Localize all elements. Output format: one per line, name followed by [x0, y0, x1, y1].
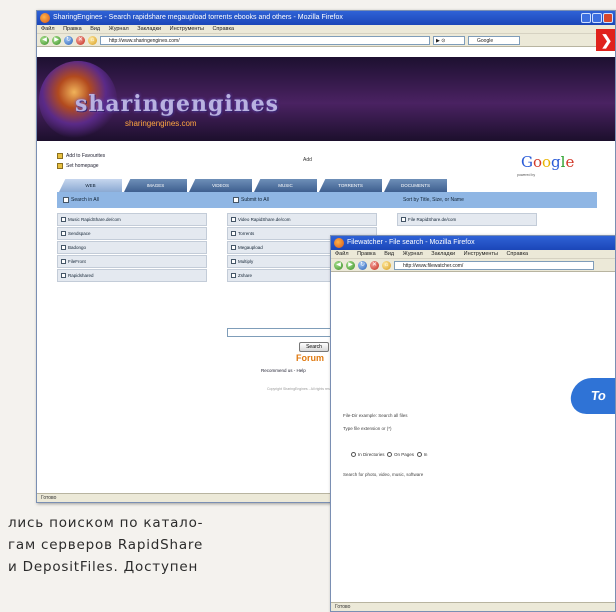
menu-edit[interactable]: Правка [63, 26, 82, 32]
engine-checkbox[interactable]: Sendspace [57, 227, 207, 240]
radio-pages[interactable]: On Pages [387, 452, 414, 458]
window-title: SharingEngines - Search rapidshare megau… [53, 14, 343, 21]
menu-bar: Файл Правка Вид Журнал Закладки Инструме… [331, 250, 615, 259]
tab-images[interactable]: IMAGES [124, 179, 187, 192]
menu-bar: Файл Правка Вид Журнал Закладки Инструме… [37, 25, 615, 34]
browser-window-filewatcher: Filewatcher - File search - Mozilla Fire… [330, 235, 616, 612]
star-icon [57, 153, 63, 159]
go-button[interactable]: ▶ ⊙ [433, 35, 465, 45]
google-logo: Google [521, 153, 575, 171]
engine-checkbox[interactable]: File RapidShare.de/com [397, 213, 537, 226]
menu-view[interactable]: Вид [90, 26, 100, 32]
powered-by-label: powered by [517, 173, 536, 177]
menu-history[interactable]: Журнал [109, 26, 129, 32]
menu-tools[interactable]: Инструменты [464, 251, 498, 257]
title-bar: Filewatcher - File search - Mozilla Fire… [331, 236, 615, 250]
tab-videos[interactable]: VIDEOS [189, 179, 252, 192]
home-icon [57, 163, 63, 169]
tab-torrents[interactable]: TORRENTS [319, 179, 382, 192]
article-text: лись поиском по катало- гам серверов Rap… [8, 512, 318, 578]
set-homepage-link[interactable]: Set homepage [57, 161, 105, 171]
maximize-button[interactable] [592, 13, 602, 23]
category-tabs: WEB IMAGES VIDEOS MUSIC TORRENTS DOCUMEN… [59, 179, 447, 192]
submit-all-checkbox[interactable]: Submit to All [233, 197, 269, 203]
firefox-icon [334, 238, 344, 248]
forward-button[interactable]: ▶ [346, 260, 355, 270]
back-button[interactable]: ◀ [40, 35, 49, 45]
menu-bookmarks[interactable]: Закладки [431, 251, 455, 257]
menu-view[interactable]: Вид [384, 251, 394, 257]
menu-file[interactable]: Файл [41, 26, 55, 32]
main-search-input[interactable] [227, 328, 341, 337]
engine-checkbox[interactable]: FileFront [57, 255, 207, 268]
options-bar: Search in All Submit to All Sort by Titl… [57, 192, 597, 208]
home-button[interactable]: ⌂ [382, 260, 391, 270]
footer-fineprint: Copyright SharingEngines - All rights re… [267, 387, 339, 391]
back-button[interactable]: ◀ [334, 260, 343, 270]
menu-help[interactable]: Справка [506, 251, 528, 257]
status-bar: Готово [331, 602, 615, 611]
filewatcher-logo[interactable]: To [568, 378, 615, 414]
engine-checkbox[interactable]: Video RapidShare.de/com [227, 213, 377, 226]
red-corner-icon: ❯ [596, 29, 615, 51]
search-box[interactable]: Google [468, 35, 520, 45]
address-bar[interactable]: http://www.filewatcher.com/ [394, 260, 594, 270]
window-title: Filewatcher - File search - Mozilla Fire… [347, 239, 475, 246]
engine-checkbox[interactable]: Badongo [57, 241, 207, 254]
navigation-toolbar: ◀ ▶ ↻ ✕ ⌂ http://www.sharingengines.com/… [37, 34, 615, 47]
forum-link[interactable]: Forum [296, 353, 324, 363]
add-gadget-label[interactable]: Add [303, 157, 312, 163]
firefox-icon [40, 13, 50, 23]
engine-checkbox[interactable]: Rapidshared [57, 269, 207, 282]
menu-history[interactable]: Журнал [403, 251, 423, 257]
search-all-checkbox[interactable]: Search in All [63, 197, 99, 203]
radio-directories[interactable]: In Directories [351, 452, 385, 458]
site-banner: sharingengines sharingengines.com [37, 57, 615, 141]
tab-web[interactable]: WEB [59, 179, 122, 192]
home-button[interactable]: ⌂ [88, 35, 97, 45]
example-text: File-Dir example: Search all files [343, 413, 408, 418]
minimize-button[interactable] [581, 13, 591, 23]
stop-button[interactable]: ✕ [370, 260, 379, 270]
menu-file[interactable]: Файл [335, 251, 349, 257]
menu-tools[interactable]: Инструменты [170, 26, 204, 32]
menu-bookmarks[interactable]: Закладки [137, 26, 161, 32]
menu-edit[interactable]: Правка [357, 251, 376, 257]
search-scope-radios: In Directories On Pages In [351, 452, 427, 458]
site-logo-subtitle: sharingengines.com [125, 119, 197, 128]
article-line: лись поиском по катало- [8, 515, 204, 531]
forward-button[interactable]: ▶ [52, 35, 61, 45]
search-button[interactable]: Search [299, 342, 329, 352]
engine-checkbox[interactable]: Music RapidShare.de/com [57, 213, 207, 226]
window-controls [581, 13, 613, 23]
radio-in[interactable]: In [416, 452, 427, 458]
add-favourites-link[interactable]: Add to Favourites [57, 151, 105, 161]
recommend-link[interactable]: Recommend us - Help [261, 368, 306, 373]
extension-hint: Type file extension or (*) [343, 426, 392, 431]
article-line: гам серверов RapidShare [8, 537, 204, 553]
reload-button[interactable]: ↻ [64, 35, 73, 45]
address-bar[interactable]: http://www.sharingengines.com/ [100, 35, 430, 45]
article-line: и DepositFiles. Доступен [8, 559, 199, 575]
search-hint: Search for photo, video, music, software [343, 472, 424, 477]
sort-options-label: Sort by Title, Size, or Name [403, 197, 464, 203]
menu-help[interactable]: Справка [212, 26, 234, 32]
close-button[interactable] [603, 13, 613, 23]
tab-documents[interactable]: DOCUMENTS [384, 179, 447, 192]
reload-button[interactable]: ↻ [358, 260, 367, 270]
title-bar: SharingEngines - Search rapidshare megau… [37, 11, 615, 25]
page-content: To File-Dir example: Search all files Ty… [331, 280, 615, 604]
stop-button[interactable]: ✕ [76, 35, 85, 45]
tab-music[interactable]: MUSIC [254, 179, 317, 192]
quick-links: Add to Favourites Set homepage [57, 151, 105, 171]
navigation-toolbar: ◀ ▶ ↻ ✕ ⌂ http://www.filewatcher.com/ [331, 259, 615, 272]
site-logo[interactable]: sharingengines [75, 91, 279, 117]
